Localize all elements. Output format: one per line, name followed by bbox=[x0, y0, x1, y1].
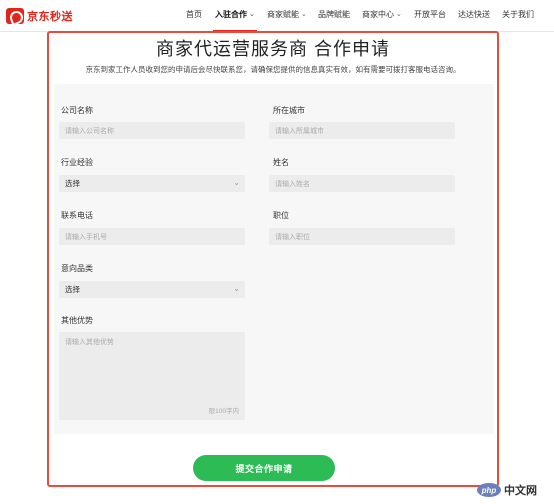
name-label: 姓名 bbox=[273, 158, 289, 167]
chevron-down-icon: ⌄ bbox=[301, 10, 307, 18]
category-select-value: 选择 bbox=[65, 285, 80, 294]
phone-label: 联系电话 bbox=[61, 211, 93, 220]
position-placeholder: 请输入职位 bbox=[275, 233, 310, 241]
city-label: 所在城市 bbox=[273, 106, 305, 115]
logo-text: 京东秒送 bbox=[27, 11, 73, 23]
phone-placeholder: 请输入手机号 bbox=[65, 233, 107, 241]
nav-label: 商家中心 bbox=[362, 10, 394, 19]
nav-label: 开放平台 bbox=[414, 10, 446, 19]
nav-item-partnership[interactable]: 入驻合作 ⌄ bbox=[215, 9, 255, 20]
position-input[interactable]: 请输入职位 bbox=[269, 228, 455, 245]
nav-item-about[interactable]: 关于我们 bbox=[502, 9, 534, 20]
phone-input[interactable]: 请输入手机号 bbox=[59, 228, 245, 245]
name-input[interactable]: 请输入姓名 bbox=[269, 175, 455, 192]
watermark-text: 中文网 bbox=[504, 485, 537, 497]
advantages-placeholder: 请输入其他优势 bbox=[65, 339, 114, 346]
nav-label: 商家赋能 bbox=[267, 10, 299, 19]
site-logo[interactable]: 京东秒送 bbox=[6, 7, 73, 25]
form-description: 京东到家工作人员收到您的申请后会尽快联系您，请确保您提供的信息真实有效，如有需要… bbox=[85, 65, 461, 74]
nav-item-merchant-enablement[interactable]: 商家赋能 ⌄ bbox=[267, 9, 307, 20]
nav-label: 关于我们 bbox=[502, 10, 534, 19]
chevron-down-icon: ⌄ bbox=[233, 284, 240, 293]
nav-item-brand-enablement[interactable]: 品牌赋能 bbox=[318, 9, 350, 20]
form-area: 公司名称 请输入公司名称 所在城市 请输入所属城市 行业经验 选择 ⌄ 姓名 请… bbox=[54, 84, 494, 434]
city-placeholder: 请输入所属城市 bbox=[275, 127, 324, 135]
chevron-down-icon: ⌄ bbox=[249, 10, 255, 18]
nav-label: 品牌赋能 bbox=[318, 10, 350, 19]
nav-item-open-platform[interactable]: 开放平台 bbox=[414, 9, 446, 20]
nav-item-dada[interactable]: 达达快送 bbox=[458, 9, 490, 20]
industry-label: 行业经验 bbox=[61, 158, 93, 167]
application-form-panel: 商家代运营服务商 合作申请 京东到家工作人员收到您的申请后会尽快联系您，请确保您… bbox=[47, 31, 499, 487]
site-watermark: php 中文网 bbox=[477, 482, 537, 498]
city-input[interactable]: 请输入所属城市 bbox=[269, 122, 455, 139]
chevron-down-icon: ⌄ bbox=[233, 178, 240, 187]
top-header: 京东秒送 首页 入驻合作 ⌄ 商家赋能 ⌄ 品牌赋能 商家中心 ⌄ 开放平台 达… bbox=[0, 0, 554, 32]
character-limit-counter: 限100字内 bbox=[208, 408, 239, 415]
company-name-placeholder: 请输入公司名称 bbox=[65, 127, 114, 135]
nav-label: 入驻合作 bbox=[215, 10, 247, 19]
nav-label: 达达快送 bbox=[458, 10, 490, 19]
position-label: 职位 bbox=[273, 211, 289, 220]
nav-item-home[interactable]: 首页 bbox=[186, 9, 202, 20]
nav-label: 首页 bbox=[186, 10, 202, 19]
page-title: 商家代运营服务商 合作申请 bbox=[156, 39, 390, 59]
submit-application-button[interactable]: 提交合作申请 bbox=[193, 455, 335, 481]
industry-select[interactable]: 选择 ⌄ bbox=[59, 175, 245, 192]
industry-select-value: 选择 bbox=[65, 179, 80, 188]
logo-icon bbox=[6, 8, 24, 24]
php-badge-icon: php bbox=[477, 483, 501, 497]
category-label: 意向品类 bbox=[61, 264, 93, 273]
company-name-input[interactable]: 请输入公司名称 bbox=[59, 122, 245, 139]
nav-item-merchant-center[interactable]: 商家中心 ⌄ bbox=[362, 9, 402, 20]
category-select[interactable]: 选择 ⌄ bbox=[59, 281, 245, 298]
company-name-label: 公司名称 bbox=[61, 106, 93, 115]
advantages-label: 其他优势 bbox=[61, 316, 93, 325]
advantages-textarea[interactable]: 请输入其他优势 限100字内 bbox=[59, 332, 245, 420]
chevron-down-icon: ⌄ bbox=[396, 10, 402, 18]
name-placeholder: 请输入姓名 bbox=[275, 180, 310, 188]
